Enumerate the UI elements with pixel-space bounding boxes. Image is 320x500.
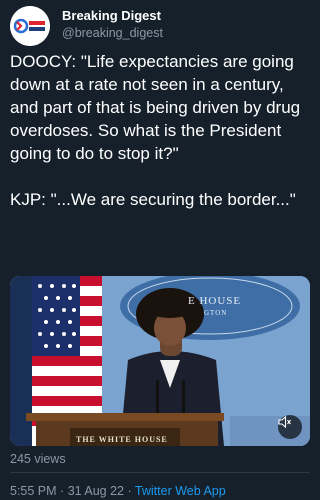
- speaker-muted-icon: [278, 415, 291, 429]
- view-count: 245 views: [10, 452, 66, 466]
- author-info[interactable]: Breaking Digest @breaking_digest: [62, 8, 163, 42]
- meta-separator: ·: [60, 484, 65, 498]
- tweet-header: Breaking Digest @breaking_digest: [10, 6, 310, 46]
- author-handle[interactable]: @breaking_digest: [62, 24, 163, 42]
- divider: [10, 472, 310, 473]
- video-player[interactable]: E HOUSE GTON THE WHITE HOUSE: [10, 276, 310, 446]
- meta-separator: ·: [127, 484, 132, 498]
- podium-text: THE WHITE HOUSE: [76, 435, 168, 444]
- mute-button[interactable]: [278, 415, 302, 439]
- tweet-date[interactable]: 31 Aug 22: [68, 484, 124, 498]
- author-display-name[interactable]: Breaking Digest: [62, 8, 163, 24]
- tweet-text: DOOCY: "Life expectancies are going down…: [10, 52, 301, 209]
- backdrop-text-line2: GTON: [204, 309, 228, 317]
- tweet-card: Breaking Digest @breaking_digest DOOCY: …: [0, 0, 320, 500]
- tweet-time[interactable]: 5:55 PM: [10, 484, 57, 498]
- tweet-meta: 5:55 PM · 31 Aug 22 · Twitter Web App: [10, 484, 226, 498]
- tweet-source-link[interactable]: Twitter Web App: [135, 484, 226, 498]
- video-frame: [10, 276, 310, 446]
- backdrop-text-line1: E HOUSE: [188, 295, 242, 307]
- breaking-digest-logo-icon: [10, 6, 50, 46]
- avatar[interactable]: [10, 6, 50, 46]
